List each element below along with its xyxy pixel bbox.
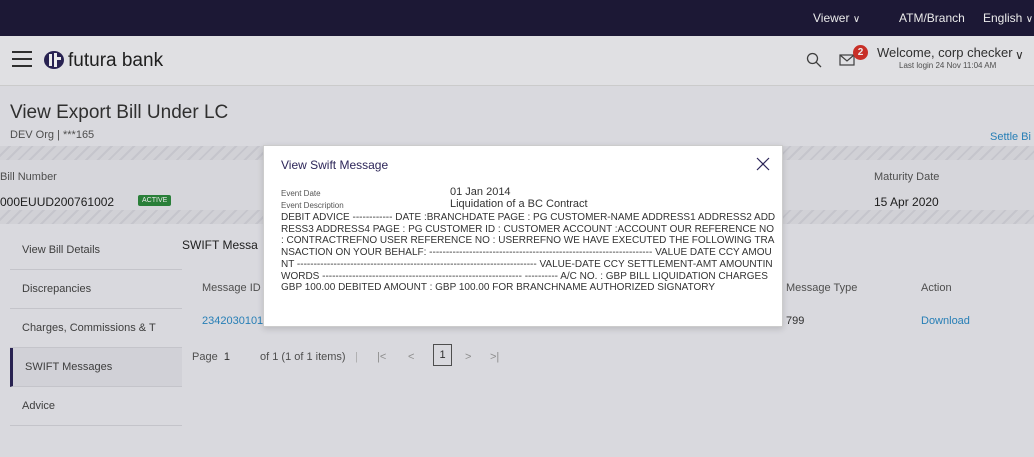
event-date-label: Event Date xyxy=(281,189,321,198)
event-description-label: Event Description xyxy=(281,201,344,210)
swift-message-modal: View Swift Message Event Date 01 Jan 201… xyxy=(263,145,783,327)
event-description-value: Liquidation of a BC Contract xyxy=(450,198,588,210)
close-icon[interactable] xyxy=(755,156,771,172)
swift-message-body: DEBIT ADVICE ------------ DATE :BRANCHDA… xyxy=(281,212,776,294)
modal-title: View Swift Message xyxy=(281,158,389,172)
event-date-value: 01 Jan 2014 xyxy=(450,186,511,198)
